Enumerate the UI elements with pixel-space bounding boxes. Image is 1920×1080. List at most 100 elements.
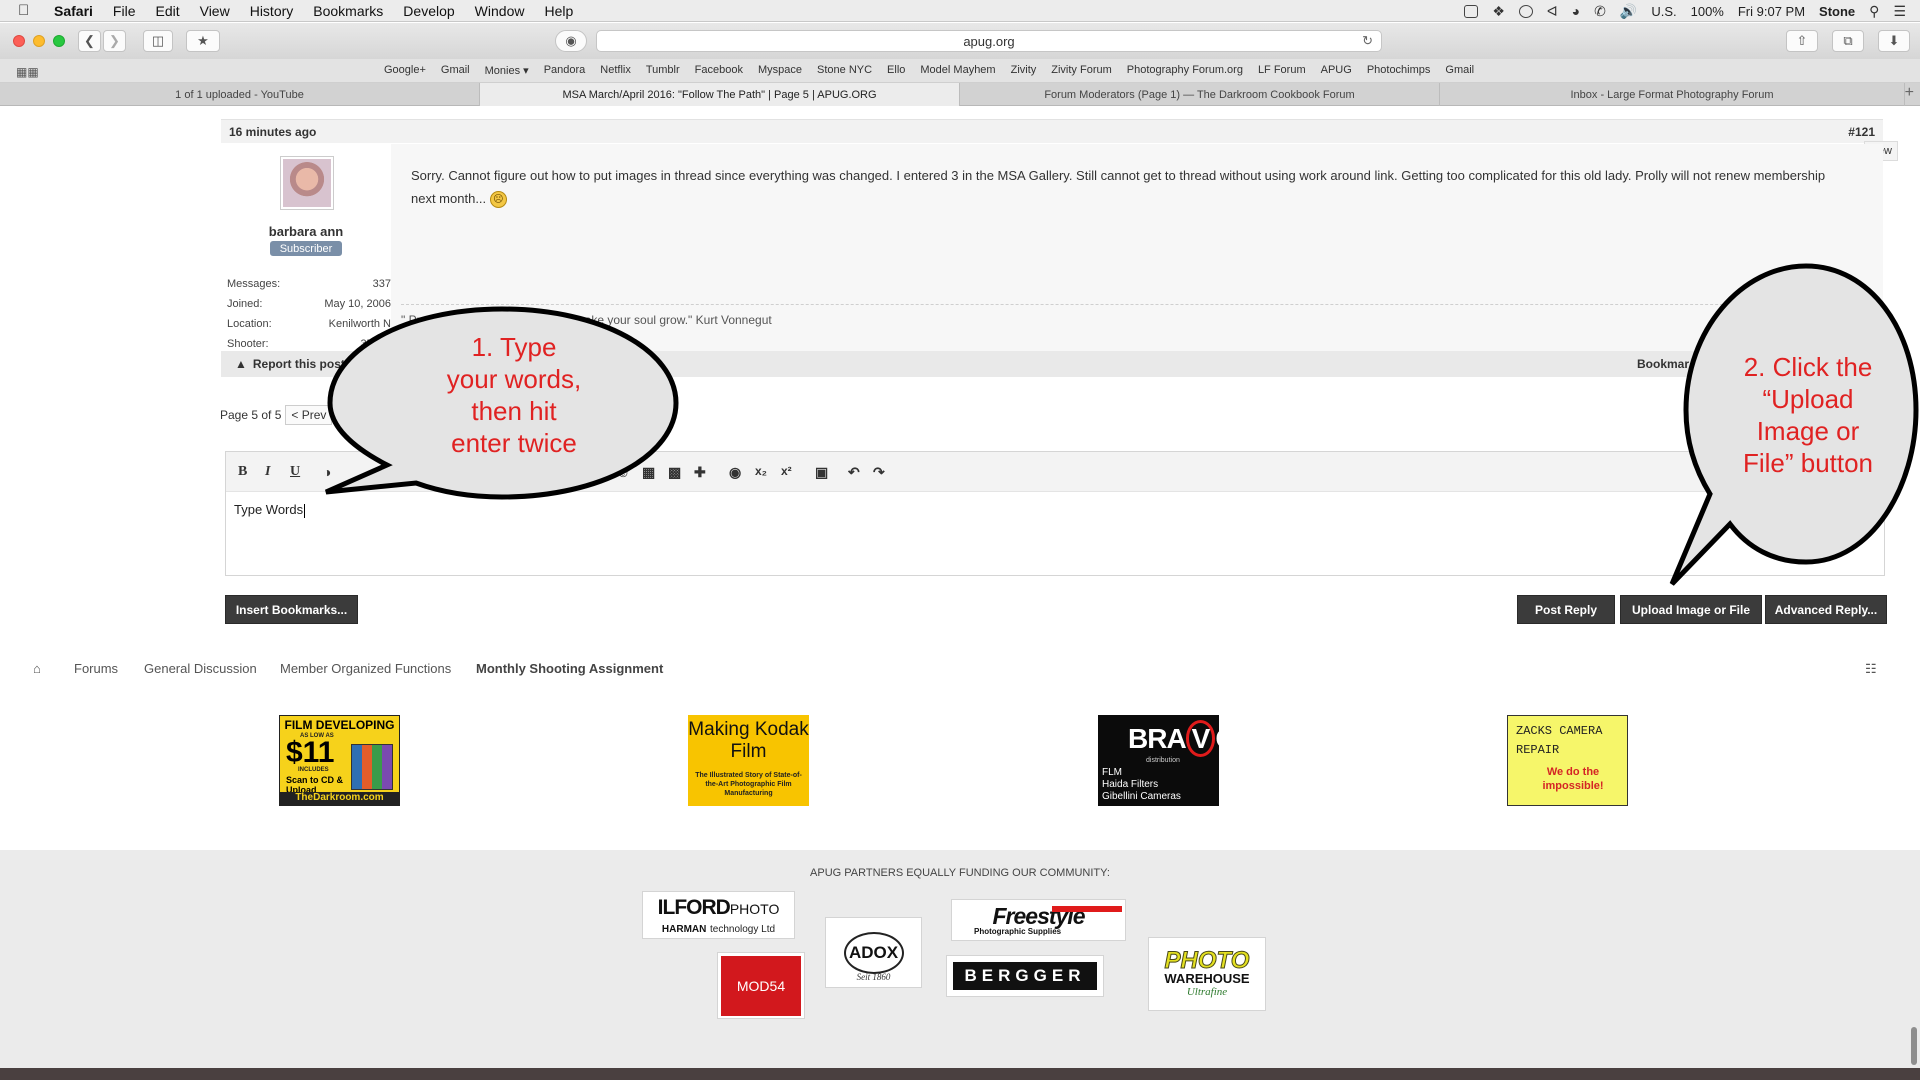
tab-large-format-inbox[interactable]: Inbox - Large Format Photography Forum	[1440, 83, 1905, 106]
partner-freestyle[interactable]: Freestyle Photographic Supplies	[951, 899, 1126, 941]
username-link[interactable]: barbara ann	[221, 224, 391, 239]
post-reply-button[interactable]: Post Reply	[1517, 595, 1615, 624]
notification-center-icon[interactable]: ☰	[1893, 3, 1906, 20]
top-sites-button[interactable]: ★	[186, 30, 220, 52]
breadcrumb-forums[interactable]: Forums	[74, 661, 118, 676]
new-tab-icon[interactable]: +	[1905, 84, 1914, 102]
partner-mod54[interactable]: MOD54	[717, 952, 805, 1019]
menu-bookmarks[interactable]: Bookmarks	[313, 3, 383, 19]
favorite-photochimps[interactable]: Photochimps	[1367, 64, 1431, 77]
camera-icon[interactable]: ◉	[729, 464, 741, 481]
shield-icon[interactable]	[1464, 4, 1479, 18]
upload-image-button[interactable]: Upload Image or File	[1620, 595, 1762, 624]
address-bar[interactable]: apug.org ↻	[596, 30, 1382, 52]
battery-status[interactable]: 100%	[1691, 4, 1724, 19]
tab-darkroom-cookbook[interactable]: Forum Moderators (Page 1) — The Darkroom…	[960, 83, 1440, 106]
apple-menu-icon[interactable]: 	[18, 2, 38, 19]
menu-edit[interactable]: Edit	[155, 3, 179, 19]
favorite-facebook[interactable]: Facebook	[695, 64, 743, 77]
favorite-lf-forum[interactable]: LF Forum	[1258, 64, 1306, 77]
favorite-netflix[interactable]: Netflix	[600, 64, 631, 77]
dropbox-icon[interactable]: ❖	[1492, 3, 1505, 20]
favorite-monies[interactable]: Monies ▾	[485, 64, 529, 77]
favorite-pandora[interactable]: Pandora	[544, 64, 586, 77]
post-number[interactable]: #121	[1848, 125, 1875, 139]
menu-history[interactable]: History	[250, 3, 294, 19]
extension-button[interactable]: ◉	[555, 30, 587, 52]
favorite-model-mayhem[interactable]: Model Mayhem	[920, 64, 995, 77]
advanced-reply-button[interactable]: Advanced Reply...	[1765, 595, 1887, 624]
favorite-google-plus[interactable]: Google+	[384, 64, 426, 77]
ad-darkroom-url: TheDarkroom.com	[280, 792, 399, 805]
breadcrumb-member-organized[interactable]: Member Organized Functions	[280, 661, 451, 676]
tab-youtube[interactable]: 1 of 1 uploaded - YouTube	[0, 83, 480, 106]
grid-icon[interactable]: ▦▦	[16, 65, 39, 79]
avatar[interactable]	[280, 156, 334, 210]
favorite-photography-forum[interactable]: Photography Forum.org	[1127, 64, 1243, 77]
underline-button[interactable]: U	[290, 464, 300, 480]
spotlight-icon[interactable]: ⚲	[1869, 3, 1879, 20]
favorite-apug[interactable]: APUG	[1321, 64, 1352, 77]
sidebar-button[interactable]: ◫	[143, 30, 173, 52]
favorite-myspace[interactable]: Myspace	[758, 64, 802, 77]
undo-icon[interactable]: ↶	[848, 464, 860, 481]
bravo-logo-a: BRA	[1128, 723, 1187, 754]
superscript-button[interactable]: x²	[781, 464, 792, 478]
bluetooth-icon[interactable]: ᐊ	[1547, 3, 1558, 20]
forward-button[interactable]: ❯	[103, 30, 126, 52]
zoom-window-icon[interactable]	[53, 35, 65, 47]
close-window-icon[interactable]	[13, 35, 25, 47]
breadcrumb-general-discussion[interactable]: General Discussion	[144, 661, 257, 676]
partner-adox[interactable]: ADOX Seit 1860	[825, 917, 922, 988]
menu-window[interactable]: Window	[475, 3, 525, 19]
favorite-stone-nyc[interactable]: Stone NYC	[817, 64, 872, 77]
favorite-zivity[interactable]: Zivity	[1011, 64, 1037, 77]
subscript-button[interactable]: x₂	[755, 464, 767, 478]
insert-bookmarks-button[interactable]: Insert Bookmarks...	[225, 595, 358, 624]
partner-ilford[interactable]: ILFORDPHOTO HARMAN technology Ltd	[642, 891, 795, 939]
tab-apug-msa[interactable]: MSA March/April 2016: "Follow The Path" …	[480, 83, 960, 106]
breadcrumb: ⌂ Forums General Discussion Member Organ…	[0, 655, 1920, 683]
insert-plus-icon[interactable]: ✚	[694, 464, 706, 481]
ad-zacks-camera-repair[interactable]: ZACKS CAMERA REPAIR We do the impossible…	[1507, 715, 1628, 806]
ad-making-kodak-film[interactable]: Making Kodak Film The Illustrated Story …	[688, 715, 809, 806]
home-icon[interactable]: ⌂	[33, 661, 41, 676]
sitemap-icon[interactable]: ☷	[1865, 661, 1877, 677]
user-menu[interactable]: Stone	[1819, 4, 1855, 19]
menu-file[interactable]: File	[113, 3, 136, 19]
ad-bravo[interactable]: BRA V O distribution FLM Haida Filters Gib…	[1098, 715, 1237, 806]
ad-kodak-title: Making Kodak Film	[688, 719, 809, 762]
phone-icon[interactable]: ✆	[1594, 3, 1606, 20]
favorite-ello[interactable]: Ello	[887, 64, 905, 77]
volume-icon[interactable]: 🔊	[1620, 3, 1637, 20]
wifi-icon[interactable]: ◕	[1572, 3, 1580, 19]
tabs-overview-button[interactable]: ⧉	[1832, 30, 1864, 52]
redo-icon[interactable]: ↷	[873, 464, 885, 481]
bravo-logo-v: V	[1185, 720, 1216, 757]
favorite-gmail[interactable]: Gmail	[441, 64, 470, 77]
save-draft-icon[interactable]: ▣	[815, 464, 828, 481]
favorite-gmail-2[interactable]: Gmail	[1445, 64, 1474, 77]
clock[interactable]: Fri 9:07 PM	[1738, 4, 1805, 19]
ad-thedarkroom[interactable]: FILM DEVELOPING AS LOW AS $11 INCLUDES S…	[279, 715, 400, 806]
downloads-button[interactable]: ⬇	[1878, 30, 1910, 52]
bold-button[interactable]: B	[238, 464, 247, 480]
input-source[interactable]: U.S.	[1651, 4, 1676, 19]
partner-bergger[interactable]: BERGGER	[946, 955, 1104, 997]
time-machine-icon[interactable]	[1518, 4, 1533, 18]
favorite-tumblr[interactable]: Tumblr	[646, 64, 680, 77]
post-time: 16 minutes ago	[229, 124, 317, 139]
favorite-zivity-forum[interactable]: Zivity Forum	[1051, 64, 1112, 77]
menu-help[interactable]: Help	[544, 3, 573, 19]
back-button[interactable]: ❮	[78, 30, 101, 52]
editor-text-area[interactable]: Type Words	[234, 502, 305, 518]
share-button[interactable]: ⇧	[1786, 30, 1818, 52]
partner-photo-warehouse[interactable]: PHOTO WAREHOUSE Ultrafine	[1148, 937, 1266, 1011]
menu-view[interactable]: View	[200, 3, 230, 19]
reload-icon[interactable]: ↻	[1362, 33, 1373, 49]
menu-safari[interactable]: Safari	[54, 3, 93, 19]
italic-button[interactable]: I	[265, 464, 270, 480]
menu-develop[interactable]: Develop	[403, 3, 454, 19]
vertical-scrollbar[interactable]	[1911, 1027, 1917, 1065]
minimize-window-icon[interactable]	[33, 35, 45, 47]
